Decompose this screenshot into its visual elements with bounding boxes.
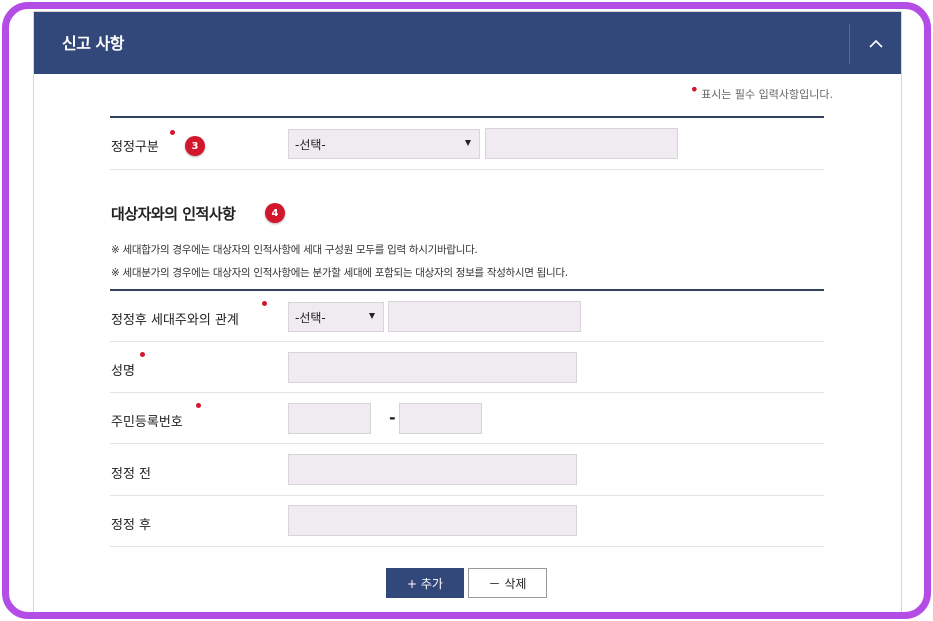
divider <box>110 169 824 170</box>
delete-button[interactable]: － 삭제 <box>468 568 547 598</box>
section-title: 대상자와의 인적사항 <box>111 205 236 223</box>
correction-type-input[interactable] <box>485 128 678 159</box>
dropdown-caret-icon <box>465 140 471 146</box>
rrn-front-input[interactable] <box>288 403 371 434</box>
after-label: 정정 후 <box>111 518 152 533</box>
report-panel: 신고 사항 • 표시는 필수 입력사항입니다. 정정구분 3 -선택- 대상자와의… <box>33 11 902 612</box>
step-badge-4: 4 <box>265 203 285 223</box>
divider <box>110 495 824 496</box>
correction-type-select[interactable]: -선택- <box>288 129 480 159</box>
panel-title: 신고 사항 <box>62 34 124 53</box>
relation-select[interactable]: -선택- <box>288 302 384 332</box>
rrn-dash: - <box>389 408 396 427</box>
relation-input[interactable] <box>388 301 581 332</box>
step-badge-3: 3 <box>185 136 205 156</box>
relation-label: 정정후 세대주와의 관계 <box>111 313 239 328</box>
name-input[interactable] <box>288 352 577 383</box>
divider <box>110 392 824 393</box>
divider <box>110 443 824 444</box>
required-dot-icon <box>196 403 201 408</box>
divider <box>110 341 824 342</box>
required-note: • 표시는 필수 입력사항입니다. <box>689 80 833 102</box>
before-label: 정정 전 <box>111 467 152 482</box>
chevron-up-icon <box>868 39 883 48</box>
after-input[interactable] <box>288 505 577 536</box>
note-split: ※ 세대분가의 경우에는 대상자의 인적사항에는 분가할 세대에 포함되는 대상… <box>111 267 568 279</box>
divider <box>110 289 824 291</box>
divider <box>110 546 824 547</box>
collapse-button[interactable] <box>849 24 901 64</box>
window-frame: 신고 사항 • 표시는 필수 입력사항입니다. 정정구분 3 -선택- 대상자와의… <box>2 2 931 619</box>
dropdown-caret-icon <box>369 313 375 319</box>
name-label: 성명 <box>111 364 135 379</box>
note-merge: ※ 세대합가의 경우에는 대상자의 인적사항에 세대 구성원 모두를 입력 하시… <box>111 244 478 256</box>
divider <box>110 116 824 118</box>
rrn-back-input[interactable] <box>399 403 482 434</box>
required-dot-icon <box>140 352 145 357</box>
required-dot-icon <box>170 130 175 135</box>
correction-type-label: 정정구분 <box>111 140 159 155</box>
panel-header: 신고 사항 <box>34 12 901 74</box>
before-input[interactable] <box>288 454 577 485</box>
required-dot-icon: • <box>689 80 700 99</box>
required-dot-icon <box>262 301 267 306</box>
add-button[interactable]: + 추가 <box>386 568 464 598</box>
rrn-label: 주민등록번호 <box>111 415 183 430</box>
